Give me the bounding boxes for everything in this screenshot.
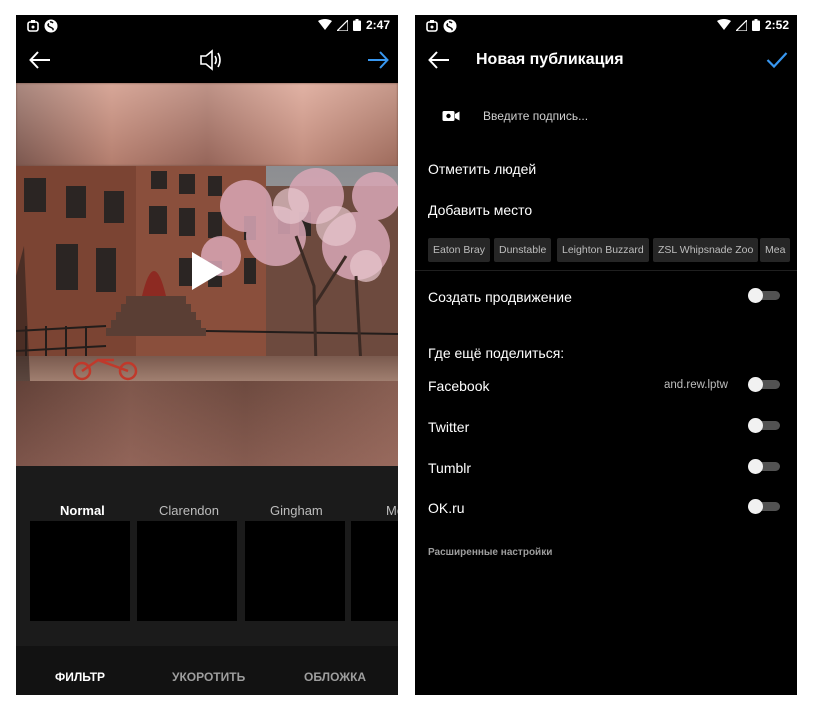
video-thumbnail-icon [441,108,461,124]
filter-thumbnail-clarendon[interactable] [137,521,237,621]
status-bar: 2:47 [16,15,398,37]
notification-icon [426,20,438,32]
section-divider [415,270,797,271]
blurred-background-top [16,83,398,166]
location-chip[interactable]: ZSL Whipsnade Zoo [653,238,759,262]
filter-label-gingham[interactable]: Gingham [270,503,323,518]
filter-thumbnail-normal[interactable] [30,521,130,621]
create-promotion-item: Создать продвижение [428,289,572,305]
back-arrow-icon[interactable] [28,49,52,71]
share-facebook-label: Facebook [428,378,490,394]
top-bar [16,37,398,83]
video-preview[interactable] [16,83,398,466]
okru-toggle[interactable] [748,499,780,514]
tab-cover[interactable]: ОБЛОЖКА [304,670,366,684]
location-chip[interactable]: Mea [760,238,791,262]
share-okru-label: OK.ru [428,500,465,516]
wifi-icon [716,19,731,30]
tab-trim[interactable]: УКОРОТИТЬ [172,670,245,684]
back-arrow-icon[interactable] [427,49,451,71]
blurred-background-bottom [16,381,398,466]
tag-people-item[interactable]: Отметить людей [428,161,536,177]
phone-screen-new-post: 2:52 Новая публикация Введите подпись...… [415,15,797,695]
filter-thumbnail-gingham[interactable] [245,521,345,621]
wifi-icon [317,19,332,30]
add-location-item[interactable]: Добавить место [428,202,532,218]
play-icon[interactable] [192,252,224,290]
checkmark-icon[interactable] [765,48,789,72]
advanced-settings-link[interactable]: Расширенные настройки [428,547,552,558]
location-chip[interactable]: Leighton Buzzard [557,238,649,262]
facebook-toggle[interactable] [748,377,780,392]
signal-icon [735,19,747,31]
share-tumblr-label: Tumblr [428,460,472,476]
sound-icon[interactable] [199,48,223,72]
signal-icon [336,19,348,31]
shazam-icon [44,19,58,33]
shazam-icon [443,19,457,33]
filter-label-clarendon[interactable]: Clarendon [159,503,219,518]
filter-thumbnail-moon[interactable] [351,521,398,621]
battery-icon [751,19,760,31]
share-heading: Где ещё поделиться: [428,345,565,361]
filter-strip: Normal Clarendon Gingham Mo [16,466,398,646]
status-bar: 2:52 [415,15,797,37]
caption-row: Введите подпись... [415,99,797,133]
top-bar: Новая публикация [415,37,797,83]
notification-icon [27,20,39,32]
tumblr-toggle[interactable] [748,459,780,474]
bottom-tab-bar: ФИЛЬТР УКОРОТИТЬ ОБЛОЖКА [16,646,398,695]
filter-label-normal[interactable]: Normal [60,503,105,518]
twitter-toggle[interactable] [748,418,780,433]
page-title: Новая публикация [476,51,624,68]
status-time: 2:52 [764,18,789,32]
promotion-toggle[interactable] [748,288,780,303]
location-chip[interactable]: Eaton Bray [428,238,490,262]
status-time: 2:47 [365,18,390,32]
phone-screen-filter: 2:47 Normal Clarendon Gingham M ФИЛЬТР У… [16,15,398,695]
filter-label-moon[interactable]: Mo [386,503,398,518]
battery-icon [352,19,361,31]
caption-input[interactable]: Введите подпись... [483,109,588,123]
location-chip[interactable]: Dunstable [494,238,552,262]
next-arrow-icon[interactable] [366,49,390,71]
tab-filter[interactable]: ФИЛЬТР [55,670,105,684]
share-twitter-label: Twitter [428,419,470,435]
facebook-account: and.rew.lptw [664,379,728,391]
